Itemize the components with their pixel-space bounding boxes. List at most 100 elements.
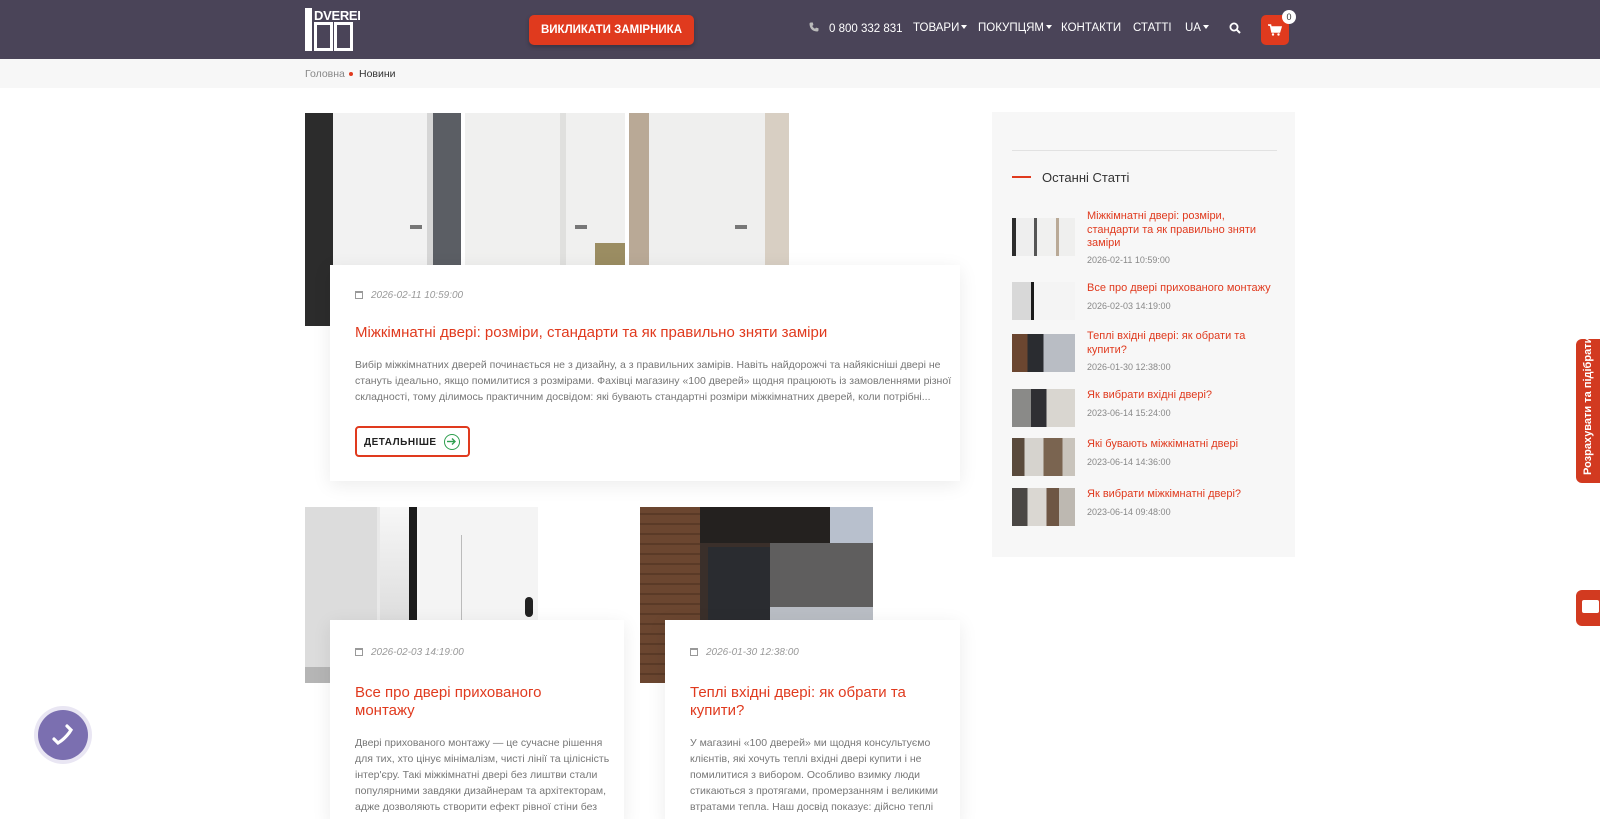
title-line: монтажу [355, 702, 415, 719]
logo-bar [305, 8, 312, 51]
call-icon [52, 724, 74, 746]
sidebar-article-date: 2023-06-14 15:24:00 [1087, 408, 1171, 418]
sidebar-article-item[interactable]: Як вибрати вхідні двері? 2023-06-14 15:2… [1012, 389, 1282, 431]
article-date-text: 2026-01-30 12:38:00 [706, 647, 799, 658]
title-line: купити? [1087, 343, 1127, 356]
logo-zero-2 [334, 22, 353, 51]
sidebar-article-item[interactable]: Теплі вхідні двері: як обрати та купити?… [1012, 330, 1282, 372]
sidebar-article-date: 2023-06-14 14:36:00 [1087, 457, 1171, 467]
search-icon[interactable] [1229, 22, 1241, 34]
title-line: Теплі вхідні двері: як обрати та [690, 684, 906, 701]
sidebar-article-item[interactable]: Які бувають міжкімнатні двері 2023-06-14… [1012, 438, 1282, 480]
calendar-icon [690, 648, 698, 656]
article-thumbnail[interactable] [1012, 218, 1075, 256]
article-thumbnail[interactable] [1012, 282, 1075, 320]
cart-count-badge: 0 [1282, 10, 1296, 24]
excerpt-line: У магазині «100 дверей» ми щодня консуль… [690, 737, 931, 749]
title-line: Які бувають міжкімнатні двері [1087, 438, 1239, 450]
excerpt-line: помилитися з вибором. Особливо взимку лю… [690, 769, 921, 781]
logo-zero-1 [314, 22, 333, 51]
article-date: 2026-01-30 12:38:00 [690, 647, 799, 658]
nav-articles-label: СТАТТІ [1133, 22, 1172, 34]
title-line: купити? [690, 702, 745, 719]
excerpt-line: клієнтів, які хочуть теплі вхідні двері … [690, 753, 922, 765]
article-title[interactable]: Все про двері прихованого монтажу [355, 684, 615, 720]
title-line: стандарти та як правильно зняти [1087, 223, 1257, 236]
sidebar-title-accent [1012, 176, 1031, 178]
breadcrumb-current: Новини [359, 68, 396, 80]
calculate-side-tab[interactable]: Розрахувати та підібрати [1576, 336, 1600, 483]
language-switch[interactable]: UA [1185, 22, 1209, 34]
excerpt-line: популярними завдяки дизайнерам та архіте… [355, 785, 606, 797]
excerpt-line: складності, тому ділимось практичним дос… [355, 391, 931, 403]
breadcrumb-home[interactable]: Головна [305, 68, 345, 80]
nav-phone[interactable]: 0 800 332 831 [809, 22, 903, 35]
breadcrumb: Головна Новини [0, 59, 1600, 88]
sidebar-article-link[interactable]: Все про двері прихованого монтажу [1087, 282, 1282, 296]
sidebar-article-link[interactable]: Як вибрати міжкімнатні двері? [1087, 488, 1282, 502]
site-header: DVEREI ВИКЛИКАТИ ЗАМІРНИКА 0 800 332 831… [0, 0, 1600, 59]
phone-number: 0 800 332 831 [829, 23, 903, 35]
article-thumbnail[interactable] [1012, 389, 1075, 427]
article-excerpt: Двері прихованого монтажу — це сучасне р… [355, 735, 620, 815]
chevron-down-icon [961, 25, 968, 29]
read-more-label: ДЕТАЛЬНІШЕ [364, 437, 437, 448]
sidebar-article-link[interactable]: Міжкімнатні двері: розміри, стандарти та… [1087, 210, 1282, 251]
article-date-text: 2026-02-03 14:19:00 [371, 647, 464, 658]
sidebar-article-date: 2023-06-14 09:48:00 [1087, 507, 1171, 517]
chat-icon [1582, 600, 1599, 613]
article-card: 2026-02-03 14:19:00 Все про двері прихов… [330, 620, 624, 819]
excerpt-line: стануть ідеально, якщо помилитися з розм… [355, 375, 952, 387]
title-line: Все про двері прихованого [355, 684, 542, 701]
sidebar-article-item[interactable]: Все про двері прихованого монтажу 2026-0… [1012, 282, 1282, 324]
cart-icon [1268, 24, 1282, 36]
featured-article-excerpt: Вибір міжкімнатних дверей починається не… [355, 357, 955, 405]
chat-button[interactable] [1576, 590, 1600, 626]
excerpt-line: інтер'єру. Такі міжкімнатні двері без ли… [355, 769, 598, 781]
nav-contacts[interactable]: КОНТАКТИ [1061, 22, 1121, 34]
sidebar-article-link[interactable]: Які бувають міжкімнатні двері [1087, 438, 1282, 452]
chevron-down-icon [1046, 25, 1053, 29]
recent-articles-sidebar: Останні Статті Міжкімнатні двері: розмір… [992, 112, 1295, 557]
language-label: UA [1185, 22, 1201, 34]
call-measurer-button[interactable]: ВИКЛИКАТИ ЗАМІРНИКА [529, 15, 694, 45]
nav-products[interactable]: ТОВАРИ [913, 22, 968, 34]
article-thumbnail[interactable] [1012, 334, 1075, 372]
excerpt-line: стикаються з протягами, промерзанням і в… [690, 785, 939, 797]
site-logo[interactable]: DVEREI [305, 8, 361, 52]
side-tab-label: Розрахувати та підібрати [1582, 336, 1594, 475]
arrow-right-icon [444, 434, 460, 450]
title-line: заміри [1087, 237, 1121, 249]
featured-date-text: 2026-02-11 10:59:00 [371, 290, 464, 301]
callback-button[interactable] [34, 706, 92, 764]
sidebar-article-item[interactable]: Міжкімнатні двері: розміри, стандарти та… [1012, 210, 1282, 266]
article-card: 2026-01-30 12:38:00 Теплі вхідні двері: … [665, 620, 960, 819]
article-thumbnail[interactable] [1012, 438, 1075, 476]
sidebar-article-date: 2026-01-30 12:38:00 [1087, 362, 1171, 372]
nav-buyers[interactable]: ПОКУПЦЯМ [978, 22, 1053, 34]
featured-article-title[interactable]: Міжкімнатні двері: розміри, стандарти та… [355, 324, 945, 342]
title-line: Міжкімнатні двері: розміри, [1087, 210, 1225, 222]
breadcrumb-separator [349, 72, 353, 76]
nav-products-label: ТОВАРИ [913, 22, 960, 34]
sidebar-article-link[interactable]: Теплі вхідні двері: як обрати та купити? [1087, 330, 1282, 357]
article-title[interactable]: Теплі вхідні двері: як обрати та купити? [690, 684, 950, 720]
article-excerpt: У магазині «100 дверей» ми щодня консуль… [690, 735, 955, 815]
sidebar-article-date: 2026-02-11 10:59:00 [1087, 255, 1170, 265]
excerpt-line: адже дозволяють створити ефект рівної ст… [355, 801, 598, 813]
title-line: Теплі вхідні двері: як обрати та [1087, 330, 1246, 342]
read-more-button[interactable]: ДЕТАЛЬНІШЕ [355, 426, 470, 457]
title-line: Як вибрати вхідні двері? [1087, 389, 1213, 401]
excerpt-line: Вибір міжкімнатних дверей починається не… [355, 359, 941, 371]
nav-articles[interactable]: СТАТТІ [1133, 22, 1172, 34]
sidebar-article-item[interactable]: Як вибрати міжкімнатні двері? 2023-06-14… [1012, 488, 1282, 530]
featured-article-date: 2026-02-11 10:59:00 [355, 290, 463, 301]
title-line: Все про двері прихованого монтажу [1087, 282, 1271, 294]
excerpt-line: Двері прихованого монтажу — це сучасне р… [355, 737, 603, 749]
article-thumbnail[interactable] [1012, 488, 1075, 526]
excerpt-line: втратами тепла. Наш досвід показує: дійс… [690, 801, 934, 813]
title-line: Як вибрати міжкімнатні двері? [1087, 488, 1242, 500]
logo-text: DVEREI [314, 8, 361, 23]
chevron-down-icon [1202, 25, 1209, 29]
sidebar-article-link[interactable]: Як вибрати вхідні двері? [1087, 389, 1282, 403]
